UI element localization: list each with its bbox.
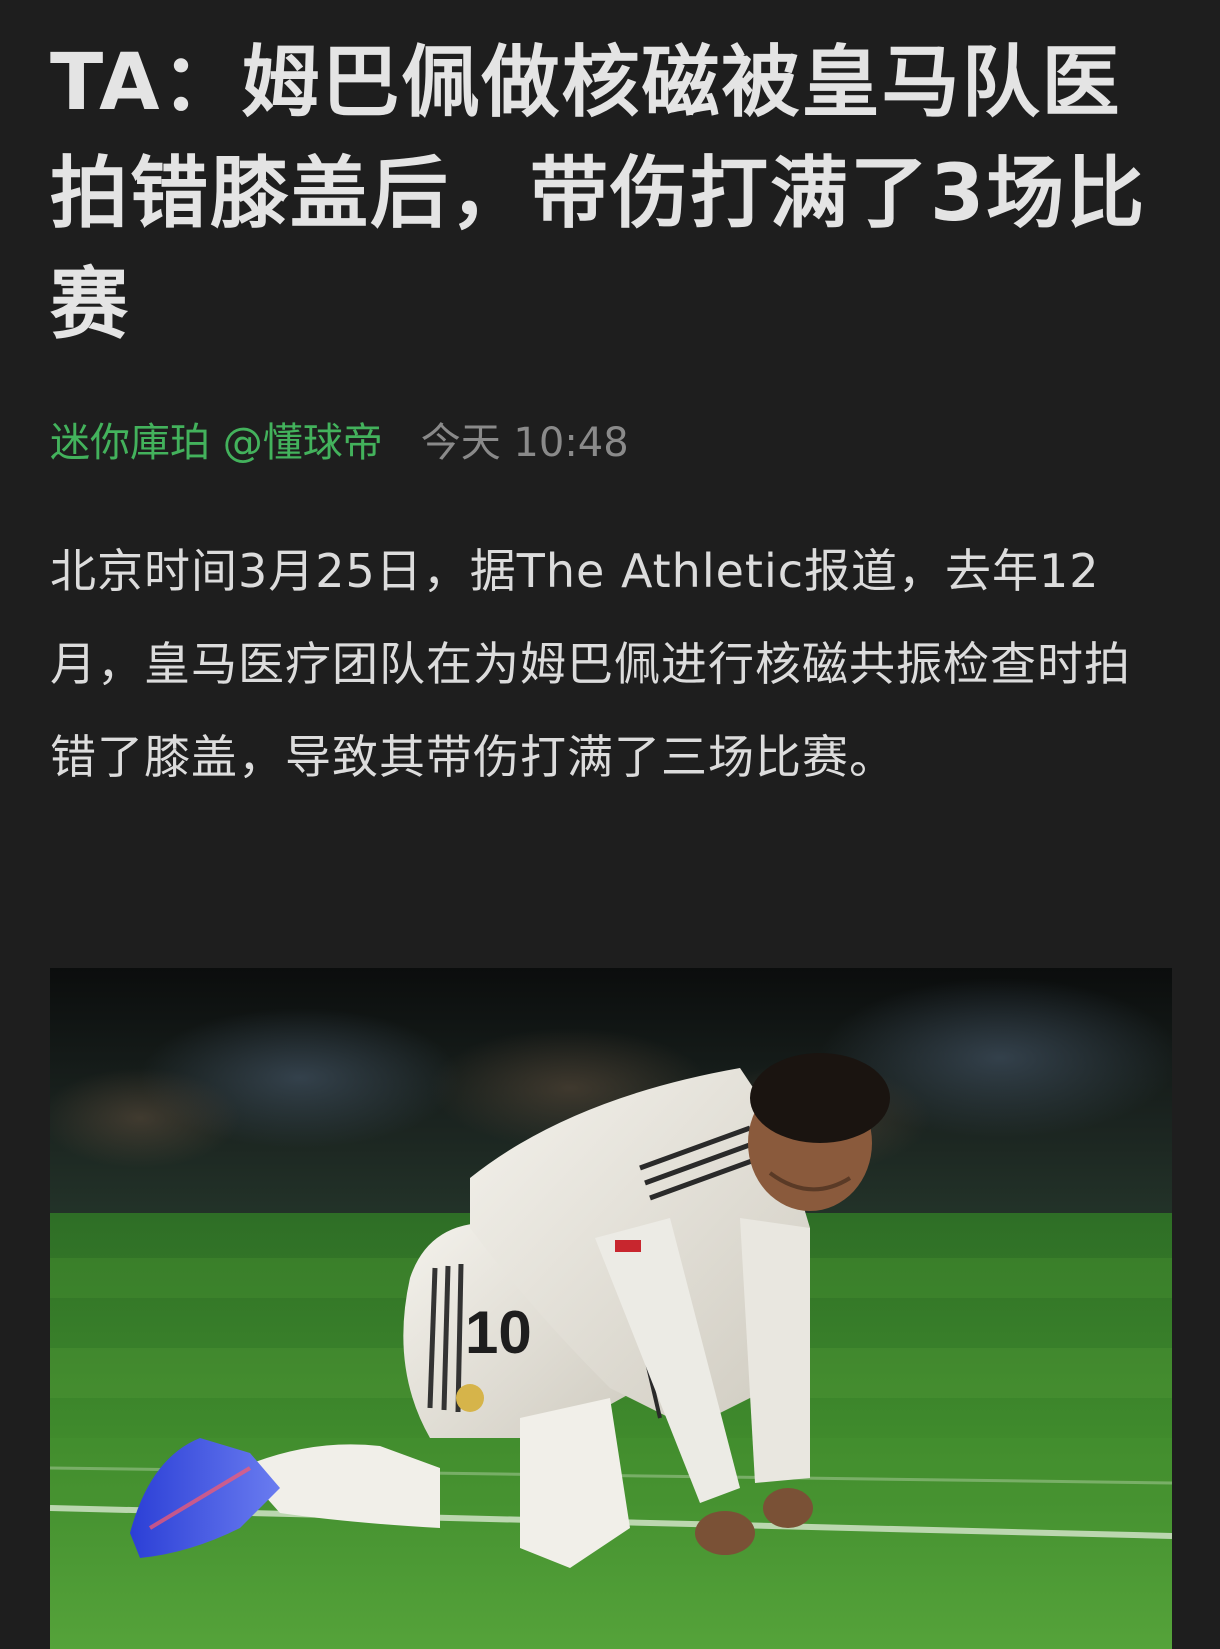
article-meta: 迷你庫珀 @懂球帝 今天 10:48 — [50, 417, 1172, 469]
publish-time: 今天 10:48 — [420, 420, 629, 466]
player-kneeling-photo: 10 — [50, 968, 1172, 1649]
article: TA：姆巴佩做核磁被皇马队医拍错膝盖后，带伤打满了3场比赛 迷你庫珀 @懂球帝 … — [50, 28, 1172, 804]
article-body: 北京时间3月25日，据The Athletic报道，去年12月，皇马医疗团队在为… — [50, 544, 1131, 784]
article-photo[interactable]: 10 — [50, 968, 1172, 1649]
jersey-number: 10 — [465, 1299, 532, 1366]
article-title: TA：姆巴佩做核磁被皇马队医拍错膝盖后，带伤打满了3场比赛 — [50, 38, 1147, 350]
author-link[interactable]: 迷你庫珀 @懂球帝 — [50, 417, 383, 469]
